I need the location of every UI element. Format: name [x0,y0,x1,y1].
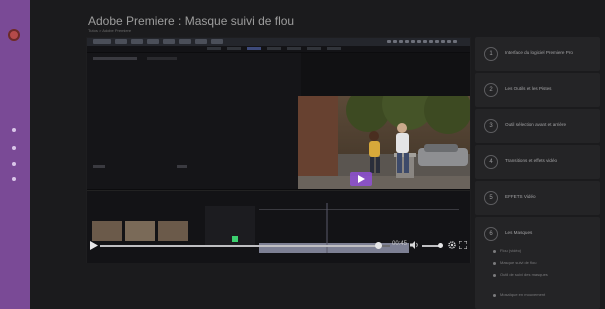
sub-lesson[interactable]: Masque suivi de flou [500,260,536,265]
play-icon[interactable] [90,241,98,250]
lesson-card-1[interactable]: 1 Interface du logiciel Premiere Pro [475,37,600,71]
premiere-menubar [87,38,470,46]
fullscreen-icon[interactable] [459,241,467,249]
lesson-list: 1 Interface du logiciel Premiere Pro 2 L… [475,37,605,309]
settings-icon[interactable] [448,241,456,249]
page-title: Adobe Premiere : Masque suivi de flou [88,14,295,28]
video-player[interactable] [86,37,471,263]
lesson-number: 3 [484,119,498,133]
lesson-number: 2 [484,83,498,97]
video-frame [298,96,470,189]
left-sidebar [0,0,30,309]
sub-lesson[interactable]: Flou (vidéo) [500,248,521,253]
lesson-number: 4 [484,155,498,169]
workspace-tabs [87,46,470,52]
breadcrumb: Tutos > Adobe Premiere [88,28,132,33]
lesson-card-5[interactable]: 5 EFFETS Vidéo [475,181,600,215]
lesson-number: 5 [484,191,498,205]
lesson-label: Les Masques [505,230,533,235]
time-label: 00:45 [392,241,408,247]
lesson-label: EFFETS Vidéo [505,194,536,199]
sub-lesson[interactable]: Mosaïque en mouvement [500,292,545,297]
sidebar-dot-4[interactable] [12,177,16,181]
progress-knob[interactable] [375,242,383,249]
footage-image [298,96,470,189]
lesson-label: Les Outils et les Pistes [505,86,552,91]
source-monitor [87,53,301,189]
sidebar-dot-1[interactable] [12,128,16,132]
lesson-label: Transitions et effets vidéo [505,158,558,163]
lesson-number: 6 [484,227,498,241]
lesson-card-2[interactable]: 2 Les Outils et les Pistes [475,73,600,107]
lesson-card-4[interactable]: 4 Transitions et effets vidéo [475,145,600,179]
sidebar-dot-3[interactable] [12,162,16,166]
lesson-card-3[interactable]: 3 Outil sélection avant et arrière [475,109,600,143]
player-controls: 00:45 [86,238,469,253]
app-logo-icon[interactable] [8,29,20,41]
lesson-label: Interface du logiciel Premiere Pro [505,50,573,55]
progress-fill [100,245,379,247]
sidebar-dot-2[interactable] [12,146,16,150]
volume-icon[interactable] [410,241,419,249]
volume-knob[interactable] [438,243,443,248]
lesson-card-6[interactable]: 6 Les Masques Flou (vidéo) Masque suivi … [475,217,600,309]
sub-lesson[interactable]: Outil de suivi des masques [500,272,548,277]
lesson-label: Outil sélection avant et arrière [505,122,567,127]
lesson-number: 1 [484,47,498,61]
